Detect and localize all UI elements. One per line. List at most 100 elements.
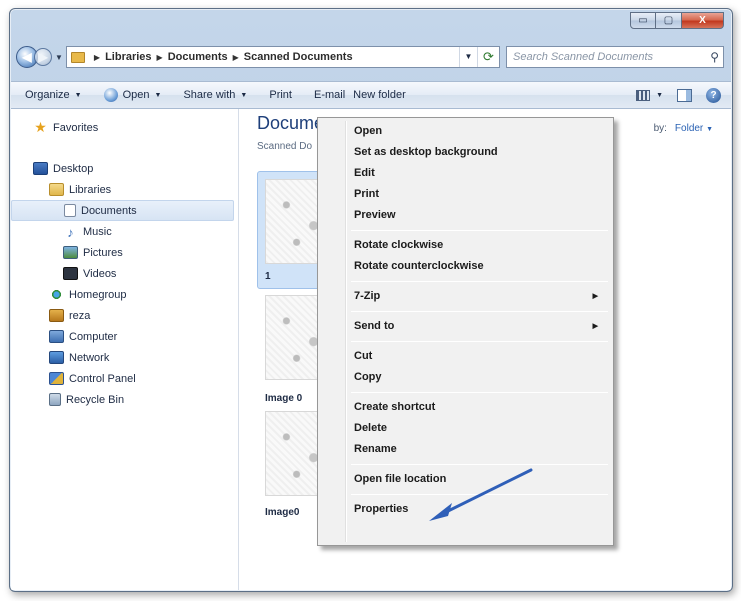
caption-buttons: ▭ ▢ X: [630, 12, 724, 29]
file-label[interactable]: Image0: [265, 507, 299, 518]
search-input[interactable]: Search Scanned Documents ⚲: [506, 46, 724, 68]
folder-icon: [70, 51, 85, 63]
email-label: E-mail: [313, 89, 346, 101]
sidebar-item-label: Favorites: [53, 121, 99, 134]
sidebar-item-music[interactable]: ♪ Music: [11, 221, 238, 242]
sidebar-item-recycle-bin[interactable]: Recycle Bin: [11, 389, 238, 410]
chevron-down-icon: ▼: [656, 91, 663, 99]
menu-separator: [351, 494, 608, 495]
arrange-value-label: Folder: [674, 123, 704, 134]
search-icon[interactable]: ⚲: [710, 50, 719, 64]
menu-item-cut[interactable]: Cut: [321, 346, 610, 367]
menu-item-create-shortcut[interactable]: Create shortcut: [321, 397, 610, 418]
search-placeholder: Search Scanned Documents: [513, 51, 654, 63]
minimize-button[interactable]: ▭: [630, 12, 656, 29]
menu-item-properties[interactable]: Properties: [321, 499, 610, 520]
file-label[interactable]: Image 0: [265, 393, 302, 404]
desktop-icon: [33, 162, 48, 175]
arrange-by[interactable]: by: Folder ▼: [654, 123, 713, 134]
menu-separator: [351, 281, 608, 282]
pictures-icon: [63, 246, 78, 259]
breadcrumb-documents[interactable]: Documents: [168, 51, 228, 63]
navigation-pane: ★ Favorites Desktop Libraries Documents ♪…: [11, 109, 239, 590]
command-bar: Organize ▼ Open ▼ Share with ▼ Print E-mail…: [11, 81, 731, 109]
forward-button[interactable]: ▶: [34, 48, 52, 66]
control-panel-icon: [49, 372, 64, 385]
menu-item-print[interactable]: Print: [321, 184, 610, 205]
change-view-button[interactable]: ▼: [636, 89, 663, 101]
menu-item-label: 7-Zip: [354, 290, 381, 302]
menu-separator: [351, 311, 608, 312]
menu-item-delete[interactable]: Delete: [321, 418, 610, 439]
address-bar[interactable]: ▶ Libraries ▶ Documents ▶ Scanned Docume…: [65, 46, 500, 68]
menu-item-rename[interactable]: Rename: [321, 439, 610, 460]
sidebar-item-libraries[interactable]: Libraries: [11, 179, 238, 200]
menu-item-rotate-clockwise[interactable]: Rotate clockwise: [321, 235, 610, 256]
maximize-button[interactable]: ▢: [656, 12, 682, 29]
preview-pane-icon[interactable]: [677, 88, 692, 102]
menu-item-edit[interactable]: Edit: [321, 163, 610, 184]
open-button[interactable]: Open ▼: [103, 88, 162, 102]
arrange-value[interactable]: Folder ▼: [675, 123, 713, 134]
sidebar-item-network[interactable]: Network: [11, 347, 238, 368]
submenu-arrow-icon: ▶: [592, 323, 598, 330]
film-icon: [63, 267, 78, 280]
email-button[interactable]: E-mail: [314, 89, 345, 101]
recent-pages-dropdown[interactable]: ▼: [55, 53, 63, 62]
sidebar-item-homegroup[interactable]: Homegroup: [11, 284, 238, 305]
open-label: Open: [122, 89, 150, 101]
print-label: Print: [269, 89, 292, 101]
menu-item-copy[interactable]: Copy: [321, 367, 610, 388]
menu-item-send-to[interactable]: Send to ▶: [321, 316, 610, 337]
breadcrumb-libraries[interactable]: Libraries: [105, 51, 151, 63]
help-icon[interactable]: ?: [706, 87, 721, 103]
sidebar-item-label: reza: [69, 309, 91, 322]
close-button[interactable]: X: [682, 12, 724, 29]
arrange-label: by:: [653, 123, 667, 134]
breadcrumb-scanned-documents[interactable]: Scanned Documents: [244, 51, 353, 63]
page-title: Docume: [257, 113, 325, 133]
menu-separator: [351, 392, 608, 393]
sidebar-item-documents[interactable]: Documents: [11, 200, 234, 221]
chevron-right-icon[interactable]: ▶: [94, 53, 100, 62]
menu-item-open[interactable]: Open: [321, 121, 610, 142]
menu-item-label: Send to: [354, 320, 395, 332]
sidebar-item-control-panel[interactable]: Control Panel: [11, 368, 238, 389]
sidebar-item-user[interactable]: reza: [11, 305, 238, 326]
chevron-right-icon[interactable]: ▶: [233, 53, 239, 62]
chevron-down-icon: ▼: [154, 91, 162, 99]
chevron-down-icon: ▼: [240, 91, 248, 99]
refresh-icon[interactable]: ⟳: [477, 47, 499, 67]
music-note-icon: ♪: [67, 225, 74, 240]
sidebar-item-label: Network: [69, 351, 110, 364]
print-button[interactable]: Print: [269, 89, 292, 101]
organize-label: Organize: [25, 89, 70, 101]
user-icon: [49, 309, 64, 322]
chevron-right-icon[interactable]: ▶: [157, 53, 163, 62]
sidebar-item-label: Control Panel: [69, 372, 136, 385]
organize-button[interactable]: Organize ▼: [25, 89, 82, 101]
context-menu: Open Set as desktop background Edit Prin…: [317, 117, 614, 546]
menu-item-7zip[interactable]: 7-Zip ▶: [321, 286, 610, 307]
sidebar-item-label: Recycle Bin: [66, 393, 125, 406]
share-with-label: Share with: [183, 89, 236, 101]
menu-item-preview[interactable]: Preview: [321, 205, 610, 226]
menu-item-rotate-counterclockwise[interactable]: Rotate counterclockwise: [321, 256, 610, 277]
back-arrow-icon: ◀: [22, 50, 32, 64]
menu-item-open-file-location[interactable]: Open file location: [321, 469, 610, 490]
sidebar-item-label: Videos: [83, 267, 117, 280]
menu-item-set-desktop-background[interactable]: Set as desktop background: [321, 142, 610, 163]
address-dropdown-icon[interactable]: ▼: [459, 47, 477, 67]
share-with-button[interactable]: Share with ▼: [183, 89, 247, 101]
submenu-arrow-icon: ▶: [592, 293, 598, 300]
file-label[interactable]: 1: [265, 271, 271, 282]
menu-separator: [351, 230, 608, 231]
sidebar-item-favorites[interactable]: ★ Favorites: [11, 117, 238, 138]
sidebar-item-pictures[interactable]: Pictures: [11, 242, 238, 263]
new-folder-button[interactable]: New folder: [353, 89, 406, 101]
folder-subtitle: Scanned Do: [257, 141, 313, 152]
sidebar-item-desktop[interactable]: Desktop: [11, 158, 238, 179]
sidebar-item-computer[interactable]: Computer: [11, 326, 238, 347]
sidebar-item-videos[interactable]: Videos: [11, 263, 238, 284]
